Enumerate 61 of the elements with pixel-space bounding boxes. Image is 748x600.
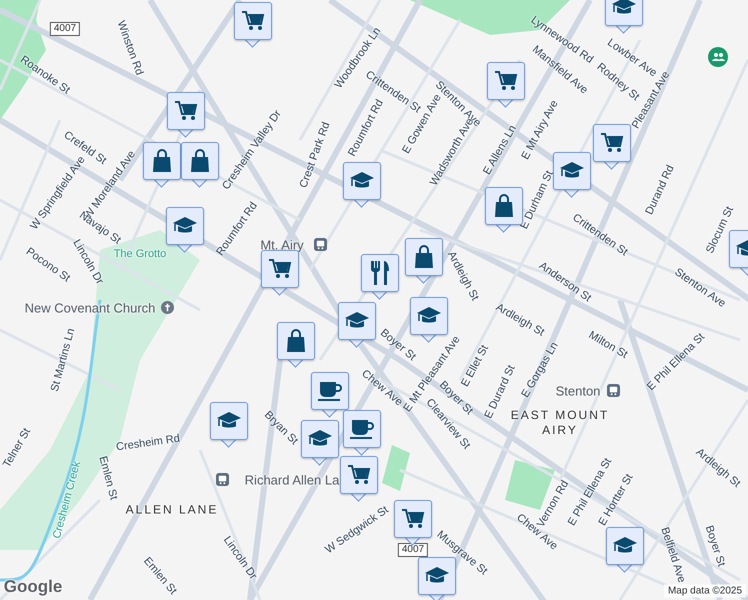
creek-label: Cresheim Creek [50, 460, 84, 540]
school-map-marker[interactable] [553, 152, 591, 196]
cart-map-marker[interactable] [487, 62, 525, 106]
cart-map-marker[interactable] [340, 456, 378, 500]
school-map-marker[interactable] [210, 402, 248, 446]
school-map-marker[interactable] [606, 527, 644, 571]
school-map-marker[interactable] [338, 302, 376, 346]
people-icon [708, 47, 728, 67]
park-area [382, 445, 410, 491]
shopping-cart-icon [494, 70, 518, 92]
shopping-cart-icon [347, 464, 371, 486]
shopping-bag-icon [493, 194, 515, 218]
street-label: Boyer St [702, 524, 728, 568]
street-label: Crest Park Rd [298, 120, 332, 190]
train-icon [314, 238, 327, 251]
coffee-cup-icon [317, 380, 343, 402]
shopping-cart-icon [268, 258, 292, 280]
cart-map-marker[interactable] [394, 500, 432, 544]
coffee-cup-icon [349, 418, 375, 440]
map-attribution[interactable]: Map data ©2025 [664, 584, 746, 598]
transit-station-label: Stenton [556, 384, 600, 398]
school-map-marker[interactable] [343, 162, 381, 206]
bag-map-marker[interactable] [277, 322, 315, 366]
train-icon [216, 473, 229, 486]
cart-map-marker[interactable] [167, 92, 205, 136]
neighborhood-label: EAST MOUNT AIRY [510, 408, 610, 438]
street-label: Cresheim Rd [115, 432, 181, 454]
shopping-bag-icon [413, 245, 435, 269]
street-label: St Martins Ln [48, 327, 78, 393]
school-map-marker[interactable] [166, 207, 204, 251]
food-map-marker[interactable] [361, 254, 399, 298]
coffee-map-marker[interactable] [311, 372, 349, 416]
street-label: E Mt Airy Ave [519, 98, 561, 162]
bag-map-marker[interactable] [405, 238, 443, 282]
school-map-marker[interactable] [605, 0, 643, 32]
coffee-map-marker[interactable] [343, 410, 381, 454]
shopping-cart-icon [174, 100, 198, 122]
street-label: Winston Rd [114, 19, 146, 77]
shopping-bag-icon [285, 329, 307, 353]
shopping-bag-icon [151, 149, 173, 173]
park-label: The Grotto [114, 248, 166, 260]
transit-station-label: Richard Allen La [244, 472, 340, 488]
bag-map-marker[interactable] [181, 142, 219, 186]
fork-knife-icon [369, 260, 391, 286]
shopping-cart-icon [600, 132, 624, 154]
train-icon [606, 384, 620, 397]
transit-station-label: Mt. Airy [260, 238, 304, 252]
street-label: Belfield Ave [658, 526, 688, 584]
route-shield: 4007 [398, 543, 428, 557]
cart-map-marker[interactable] [234, 2, 272, 46]
shopping-cart-icon [401, 508, 425, 530]
cart-map-marker[interactable] [593, 124, 631, 168]
shopping-bag-icon [189, 149, 211, 173]
map-logo: Google [4, 577, 62, 597]
bag-map-marker[interactable] [143, 142, 181, 186]
neighborhood-label: ALLEN LANE [124, 502, 220, 518]
school-map-marker[interactable] [301, 420, 339, 464]
shopping-cart-icon [241, 10, 265, 32]
route-shield: 4007 [50, 22, 80, 36]
cross-icon [160, 301, 174, 314]
street-label: Emlen St [96, 454, 120, 502]
